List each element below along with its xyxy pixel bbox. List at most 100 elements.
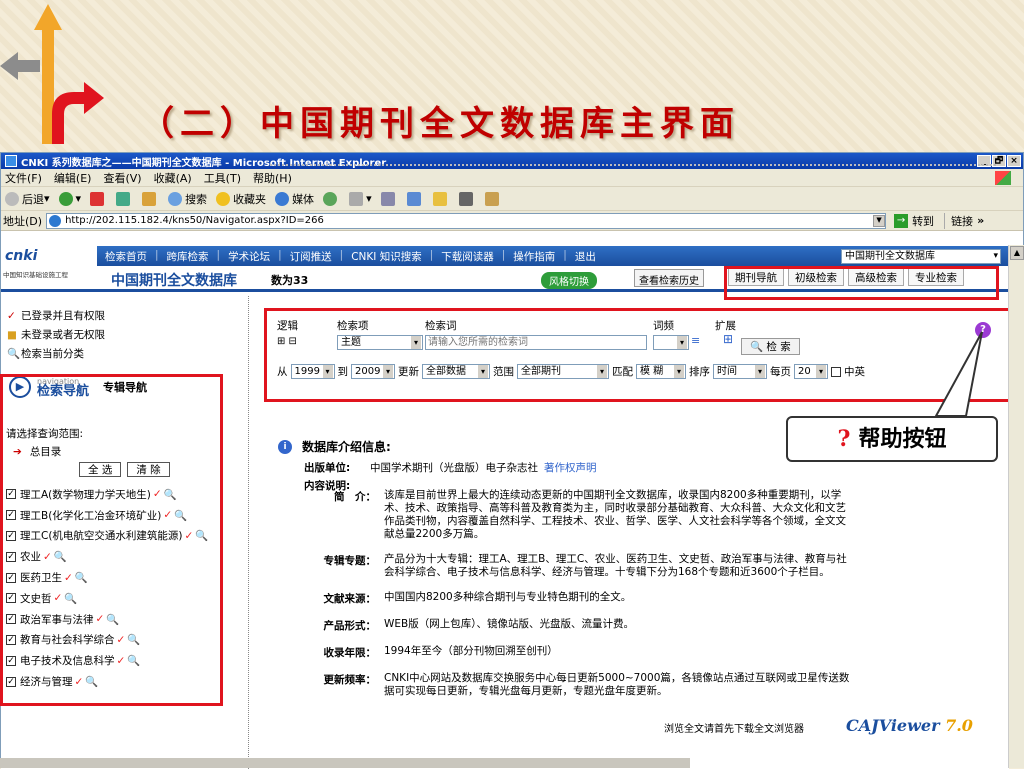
check-icon: ✓ (7, 309, 16, 322)
detail-value: 1994年至今（部分刊物回溯至创刊） (384, 645, 558, 657)
vertical-scrollbar[interactable]: ▲ (1008, 245, 1024, 768)
address-dropdown-icon[interactable]: ▼ (873, 214, 886, 227)
detail-key: 收录年限： (323, 647, 377, 659)
menu-help[interactable]: 帮助(H) (253, 170, 292, 186)
messenger-button[interactable] (458, 191, 476, 206)
help-button-callout: ? 帮助按钮 (786, 416, 998, 462)
address-bar: 地址(D) http://202.115.182.4/kns50/Navigat… (1, 211, 1023, 231)
scroll-up-icon[interactable]: ▲ (1010, 246, 1024, 260)
menu-favorites[interactable]: 收藏(A) (154, 170, 192, 186)
edit-icon (406, 191, 421, 206)
print-button[interactable] (380, 191, 398, 206)
window-title: CNKI 系列数据库之——中国期刊全文数据库 - Microsoft Inter… (21, 157, 387, 169)
links-button[interactable]: 链接 (944, 212, 973, 229)
link-guide[interactable]: 操作指南 (513, 249, 555, 264)
go-button[interactable]: 转到 (912, 213, 934, 229)
link-home[interactable]: 检索首页 (105, 249, 147, 264)
info-title: 数据库介绍信息: (302, 440, 391, 454)
home-icon (142, 191, 157, 206)
search-button[interactable]: 搜索 (168, 191, 207, 207)
info-detail-row: 收录年限： 1994年至今（部分刊物回溯至创刊） (278, 645, 978, 660)
links-more-icon[interactable]: » (977, 214, 984, 227)
lock-icon: ■ (7, 328, 17, 341)
search-icon (168, 191, 183, 206)
menu-file[interactable]: 文件(F) (5, 170, 42, 186)
link-cross-search[interactable]: 跨库检索 (167, 249, 209, 264)
link-subscribe[interactable]: 订阅推送 (290, 249, 332, 264)
history-icon (323, 191, 338, 206)
refresh-button[interactable] (116, 191, 133, 206)
address-label: 地址(D) (3, 214, 43, 228)
go-arrow-icon[interactable]: → (894, 213, 909, 228)
viewer-note: 浏览全文请首先下载全文浏览器 (664, 724, 804, 735)
research-button[interactable] (484, 191, 502, 206)
search-history-button[interactable]: 查看检索历史 (634, 269, 704, 287)
folder-icon (432, 191, 447, 206)
decorative-arrows-icon (0, 4, 104, 144)
menu-bar: 文件(F) 编辑(E) 查看(V) 收藏(A) 工具(T) 帮助(H) (1, 169, 1023, 187)
horizontal-scrollbar[interactable] (0, 758, 690, 768)
windows-logo-icon (995, 170, 1011, 185)
home-button[interactable] (142, 191, 159, 206)
menu-tools[interactable]: 工具(T) (204, 170, 241, 186)
divider (270, 164, 996, 166)
detail-key: 更新频率： (323, 674, 377, 686)
research-icon (484, 191, 499, 206)
publisher-label: 出版单位: (304, 462, 351, 474)
ie-icon (5, 155, 17, 167)
detail-value: 该库是目前世界上最大的连续动态更新的中国期刊全文数据库，收录国内8200多种重要… (384, 489, 846, 540)
mail-icon (349, 191, 364, 206)
link-logout[interactable]: 退出 (575, 249, 596, 264)
info-detail-row: 产品形式： WEB版（网上包库）、镜像站版、光盘版、流量计费。 (278, 618, 978, 633)
address-url: http://202.115.182.4/kns50/Navigator.asp… (65, 215, 324, 226)
print-icon (380, 191, 395, 206)
media-button[interactable]: 媒体 (275, 191, 314, 207)
logo-subtitle: 中国知识基础设施工程 (3, 271, 68, 279)
history-button[interactable] (323, 191, 340, 206)
highlight-search-panel (264, 308, 1024, 402)
link-forum[interactable]: 学术论坛 (228, 249, 270, 264)
link-download-reader[interactable]: 下载阅读器 (441, 249, 494, 264)
link-knowledge-search[interactable]: CNKI 知识搜索 (351, 249, 422, 264)
stop-button[interactable] (90, 191, 107, 206)
cajviewer-logo[interactable]: CAJViewer 7.0 (846, 716, 973, 735)
detail-value: WEB版（网上包库）、镜像站版、光盘版、流量计费。 (384, 618, 634, 630)
info-detail-row: 简 介： 该库是目前世界上最大的连续动态更新的中国期刊全文数据库，收录国内8200… (278, 489, 978, 541)
star-icon (216, 191, 231, 206)
callout-pointer-icon (934, 331, 983, 417)
slide-title: （二）中国期刊全文数据库主界面 (140, 104, 740, 144)
highlight-nav-tabs (724, 266, 999, 300)
close-button[interactable]: × (1007, 155, 1021, 167)
detail-value: 中国国内8200多种综合期刊与专业特色期刊的全文。 (384, 591, 632, 603)
mail-button[interactable]: ▾ (349, 191, 372, 206)
info-detail-row: 更新频率： CNKI中心网站及数据库交换服务中心每日更新5000~7000篇，各镜… (278, 672, 978, 698)
detail-key: 产品形式： (323, 620, 377, 632)
menu-view[interactable]: 查看(V) (103, 170, 141, 186)
detail-value: CNKI中心网站及数据库交换服务中心每日更新5000~7000篇，各镜像站点通过… (384, 672, 850, 697)
refresh-icon (116, 191, 131, 206)
media-icon (275, 191, 290, 206)
detail-value: 产品分为十大专辑：理工A、理工B、理工C、农业、医药卫生、文史哲、政治军事与法律… (384, 553, 847, 578)
forward-button[interactable]: ▾ (58, 191, 81, 206)
forward-arrow-icon (58, 191, 73, 206)
back-button[interactable]: 后退 ▾ (5, 191, 50, 207)
database-select[interactable]: 中国期刊全文数据库 (841, 249, 1001, 264)
site-header: cnki 检索首页 | 跨库检索 | 学术论坛 | 订阅推送 | CNKI 知识搜索 | … (1, 246, 1009, 266)
copyright-link[interactable]: 著作权声明 (544, 460, 597, 475)
system-name: 中国期刊全文数据库 (111, 273, 237, 289)
info-details: 简 介： 该库是目前世界上最大的连续动态更新的中国期刊全文数据库，收录国内8200… (278, 489, 978, 698)
cnki-logo[interactable]: cnki (1, 246, 97, 266)
folder-button[interactable] (432, 191, 450, 206)
edit-button[interactable] (406, 191, 424, 206)
favorites-button[interactable]: 收藏夹 (216, 191, 266, 207)
address-input[interactable]: http://202.115.182.4/kns50/Navigator.asp… (46, 212, 887, 229)
messenger-icon (458, 191, 473, 206)
title-bar: CNKI 系列数据库之——中国期刊全文数据库 - Microsoft Inter… (1, 153, 1023, 169)
highlight-category-nav (0, 374, 223, 706)
info-detail-row: 专辑专题： 产品分为十大专辑：理工A、理工B、理工C、农业、医药卫生、文史哲、政治… (278, 553, 978, 579)
style-switch-button[interactable]: 风格切换 (541, 272, 597, 289)
back-arrow-icon (5, 191, 19, 206)
menu-edit[interactable]: 编辑(E) (54, 170, 92, 186)
detail-key: 简 介： (334, 491, 376, 503)
magnifier-icon: 🔍 (7, 348, 21, 360)
